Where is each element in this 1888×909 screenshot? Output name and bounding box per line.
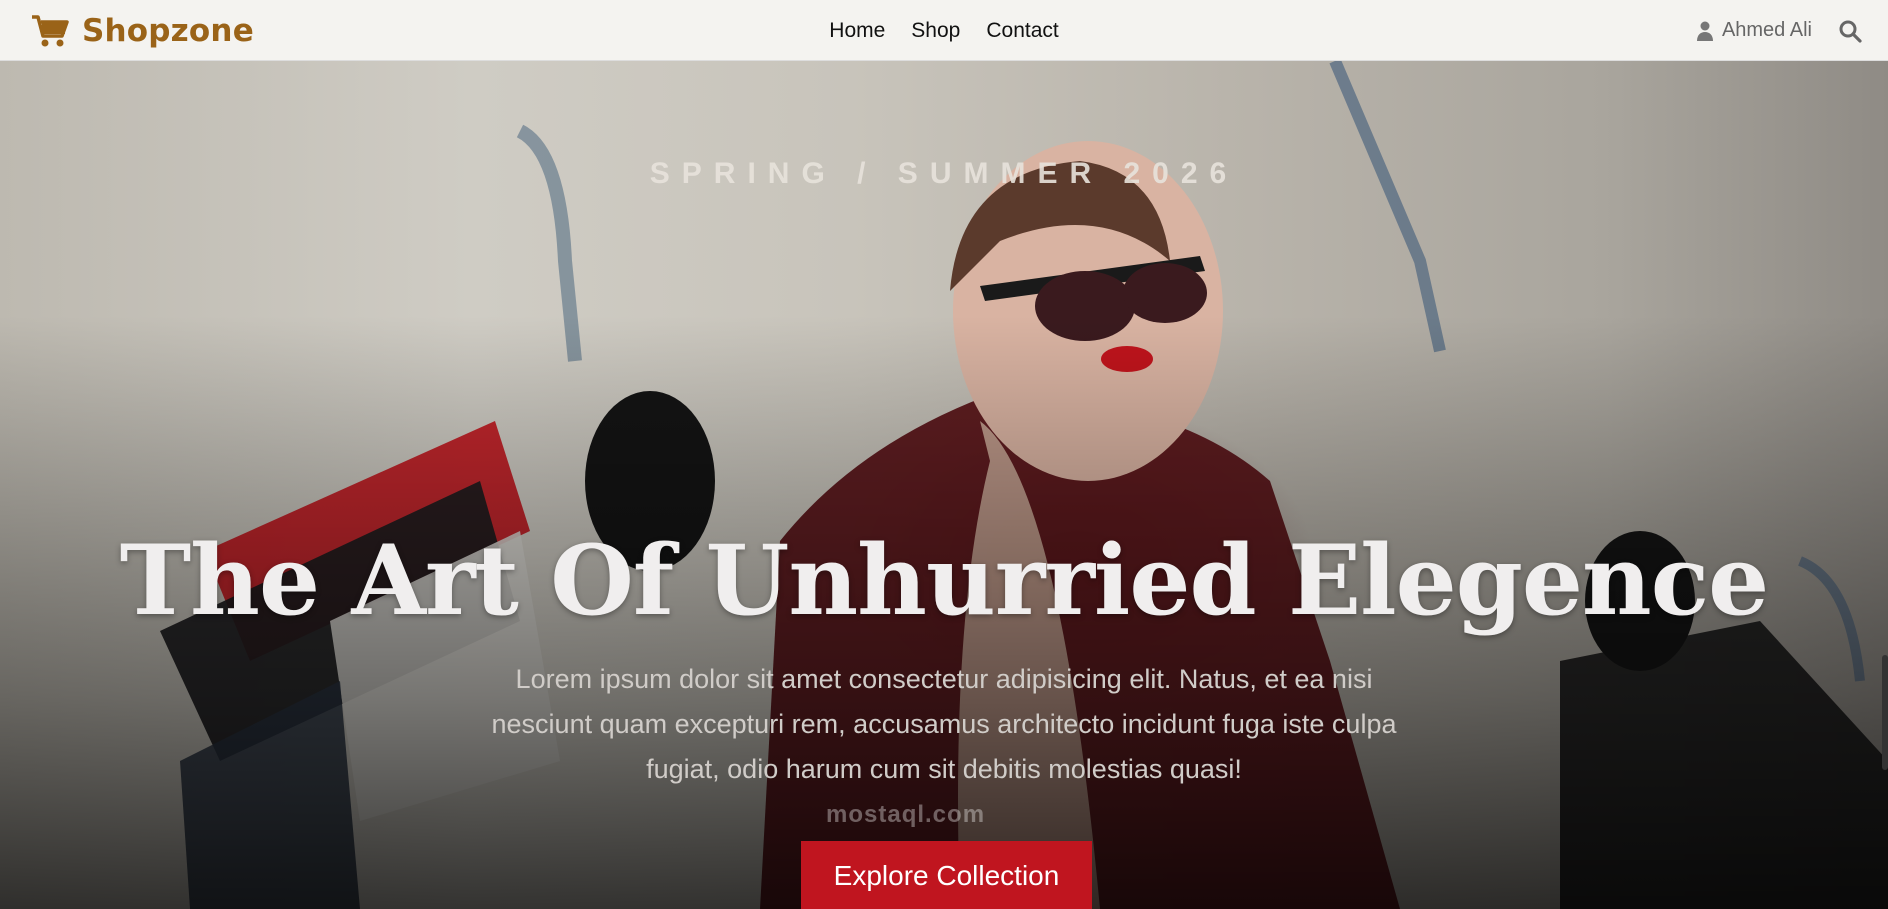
hero-banner: SPRING / SUMMER 2026 The Art Of Unhurrie… xyxy=(0,61,1888,909)
hero-title: The Art Of Unhurried Elegence xyxy=(119,524,1770,637)
hero-description: Lorem ipsum dolor sit amet consectetur a… xyxy=(491,664,1397,784)
brand-name: Shopzone xyxy=(82,13,254,49)
user-icon xyxy=(1696,21,1713,41)
explore-collection-button[interactable]: Explore Collection xyxy=(801,841,1092,909)
nav-contact-link[interactable]: Contact xyxy=(986,19,1058,43)
search-icon[interactable] xyxy=(1838,19,1862,43)
page-scrollbar[interactable] xyxy=(1882,655,1888,770)
nav-home-link[interactable]: Home xyxy=(829,19,885,43)
main-menu: Home Shop Contact xyxy=(829,0,1058,61)
brand-logo-link[interactable]: Shopzone xyxy=(30,10,254,52)
top-navbar: Shopzone Home Shop Contact Ahmed Ali xyxy=(0,0,1888,61)
shopping-cart-icon xyxy=(32,15,69,47)
user-account[interactable]: Ahmed Ali xyxy=(1696,0,1812,61)
nav-shop-link[interactable]: Shop xyxy=(911,19,960,43)
watermark: mostaql.com xyxy=(826,801,986,828)
user-name: Ahmed Ali xyxy=(1721,19,1812,41)
season-label: SPRING / SUMMER 2026 xyxy=(649,157,1239,190)
